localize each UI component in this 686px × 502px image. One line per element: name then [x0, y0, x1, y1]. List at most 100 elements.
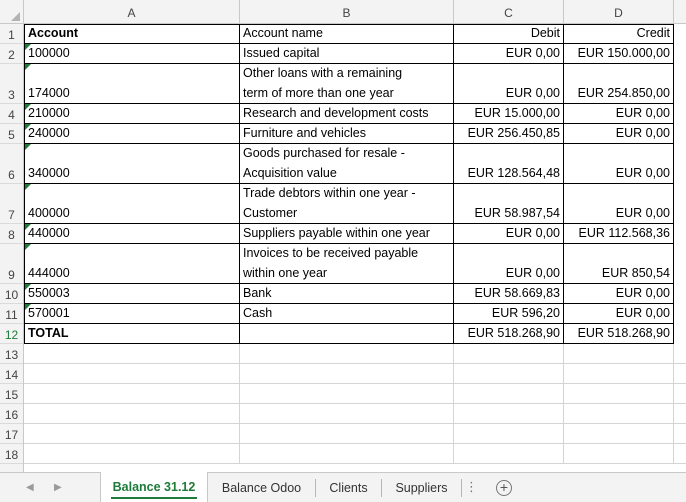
- cell-account[interactable]: TOTAL: [24, 324, 240, 344]
- empty-cell[interactable]: [24, 444, 240, 464]
- cell-credit[interactable]: EUR 850,54: [564, 244, 674, 284]
- column-header-d[interactable]: D: [564, 0, 674, 24]
- number-as-text-warning-icon[interactable]: [25, 244, 31, 250]
- cell-account-name[interactable]: Research and development costs: [240, 104, 454, 124]
- cell-account-name[interactable]: Other loans with a remaining term of more…: [240, 64, 454, 104]
- cell-account[interactable]: 340000: [24, 144, 240, 184]
- cell-debit[interactable]: Debit: [454, 24, 564, 44]
- cell-account-name[interactable]: Invoices to be received payable within on…: [240, 244, 454, 284]
- empty-cell[interactable]: [564, 364, 674, 384]
- cell-account[interactable]: 440000: [24, 224, 240, 244]
- ellipsis-icon[interactable]: ⋮: [465, 479, 478, 495]
- cell-account[interactable]: 100000: [24, 44, 240, 64]
- cell-account[interactable]: 174000: [24, 64, 240, 104]
- column-header-c[interactable]: C: [454, 0, 564, 24]
- cell-credit[interactable]: EUR 254.850,00: [564, 64, 674, 104]
- cell-account-name[interactable]: Goods purchased for resale - Acquisition …: [240, 144, 454, 184]
- empty-cell[interactable]: [240, 384, 454, 404]
- cell-account[interactable]: 550003: [24, 284, 240, 304]
- spreadsheet-grid[interactable]: Account Account name Debit Credit 100000 Issu…: [24, 24, 686, 472]
- empty-cell[interactable]: [674, 404, 686, 424]
- empty-cell[interactable]: [674, 364, 686, 384]
- cell-account-name[interactable]: [240, 324, 454, 344]
- tab-suppliers[interactable]: Suppliers: [382, 479, 462, 497]
- row-header[interactable]: 17: [0, 424, 23, 444]
- row-header[interactable]: 9: [0, 244, 23, 284]
- cell-credit[interactable]: EUR 0,00: [564, 304, 674, 324]
- empty-cell[interactable]: [454, 384, 564, 404]
- empty-cell[interactable]: [674, 384, 686, 404]
- select-all-button[interactable]: [0, 0, 24, 24]
- row-header[interactable]: 12: [0, 324, 23, 344]
- row-header[interactable]: 5: [0, 124, 23, 144]
- number-as-text-warning-icon[interactable]: [25, 144, 31, 150]
- empty-cell[interactable]: [24, 404, 240, 424]
- empty-cell[interactable]: [564, 344, 674, 364]
- triangle-left-icon[interactable]: ◀: [26, 482, 34, 493]
- cell-account[interactable]: 444000: [24, 244, 240, 284]
- number-as-text-warning-icon[interactable]: [25, 224, 31, 230]
- empty-cell[interactable]: [24, 364, 240, 384]
- cell-debit[interactable]: EUR 58.669,83: [454, 284, 564, 304]
- row-header[interactable]: 2: [0, 44, 23, 64]
- cell-debit[interactable]: EUR 518.268,90: [454, 324, 564, 344]
- number-as-text-warning-icon[interactable]: [25, 304, 31, 310]
- cell-credit[interactable]: EUR 150.000,00: [564, 44, 674, 64]
- cell-debit[interactable]: EUR 0,00: [454, 244, 564, 284]
- column-header-b[interactable]: B: [240, 0, 454, 24]
- cell-credit[interactable]: EUR 112.568,36: [564, 224, 674, 244]
- row-header[interactable]: 4: [0, 104, 23, 124]
- empty-cell[interactable]: [454, 364, 564, 384]
- empty-cell[interactable]: [240, 364, 454, 384]
- empty-cell[interactable]: [674, 444, 686, 464]
- empty-cell[interactable]: [24, 384, 240, 404]
- tab-clients[interactable]: Clients: [316, 479, 382, 497]
- row-header[interactable]: 15: [0, 384, 23, 404]
- cell-account[interactable]: 570001: [24, 304, 240, 324]
- row-header[interactable]: 8: [0, 224, 23, 244]
- cell-account[interactable]: 240000: [24, 124, 240, 144]
- cell-account-name[interactable]: Cash: [240, 304, 454, 324]
- cell-debit[interactable]: EUR 15.000,00: [454, 104, 564, 124]
- row-header[interactable]: 7: [0, 184, 23, 224]
- number-as-text-warning-icon[interactable]: [25, 64, 31, 70]
- cell-debit[interactable]: EUR 596,20: [454, 304, 564, 324]
- empty-cell[interactable]: [674, 424, 686, 444]
- empty-cell[interactable]: [564, 424, 674, 444]
- row-header[interactable]: 16: [0, 404, 23, 424]
- row-header[interactable]: 14: [0, 364, 23, 384]
- empty-cell[interactable]: [240, 344, 454, 364]
- cell-account[interactable]: 210000: [24, 104, 240, 124]
- empty-cell[interactable]: [24, 344, 240, 364]
- cell-account-name[interactable]: Trade debtors within one year - Customer: [240, 184, 454, 224]
- row-header[interactable]: 1: [0, 24, 23, 44]
- cell-account-name[interactable]: Furniture and vehicles: [240, 124, 454, 144]
- empty-cell[interactable]: [454, 344, 564, 364]
- cell-account-name[interactable]: Issued capital: [240, 44, 454, 64]
- row-header[interactable]: 6: [0, 144, 23, 184]
- cell-credit[interactable]: EUR 518.268,90: [564, 324, 674, 344]
- row-header[interactable]: 11: [0, 304, 23, 324]
- tab-balance-31-12[interactable]: Balance 31.12: [100, 472, 208, 502]
- row-header[interactable]: 3: [0, 64, 23, 104]
- row-header[interactable]: 13: [0, 344, 23, 364]
- empty-cell[interactable]: [564, 384, 674, 404]
- empty-cell[interactable]: [240, 424, 454, 444]
- cell-account[interactable]: 400000: [24, 184, 240, 224]
- cell-debit[interactable]: EUR 58.987,54: [454, 184, 564, 224]
- cell-account-name[interactable]: Bank: [240, 284, 454, 304]
- cell-account[interactable]: Account: [24, 24, 240, 44]
- cell-debit[interactable]: EUR 0,00: [454, 44, 564, 64]
- empty-cell[interactable]: [454, 424, 564, 444]
- cell-credit[interactable]: EUR 0,00: [564, 104, 674, 124]
- cell-credit[interactable]: Credit: [564, 24, 674, 44]
- tab-balance-odoo[interactable]: Balance Odoo: [208, 479, 316, 497]
- empty-cell[interactable]: [454, 444, 564, 464]
- cell-account-name[interactable]: Suppliers payable within one year: [240, 224, 454, 244]
- cell-credit[interactable]: EUR 0,00: [564, 284, 674, 304]
- cell-credit[interactable]: EUR 0,00: [564, 144, 674, 184]
- empty-cell[interactable]: [240, 444, 454, 464]
- cell-debit[interactable]: EUR 0,00: [454, 64, 564, 104]
- number-as-text-warning-icon[interactable]: [25, 44, 31, 50]
- cell-credit[interactable]: EUR 0,00: [564, 124, 674, 144]
